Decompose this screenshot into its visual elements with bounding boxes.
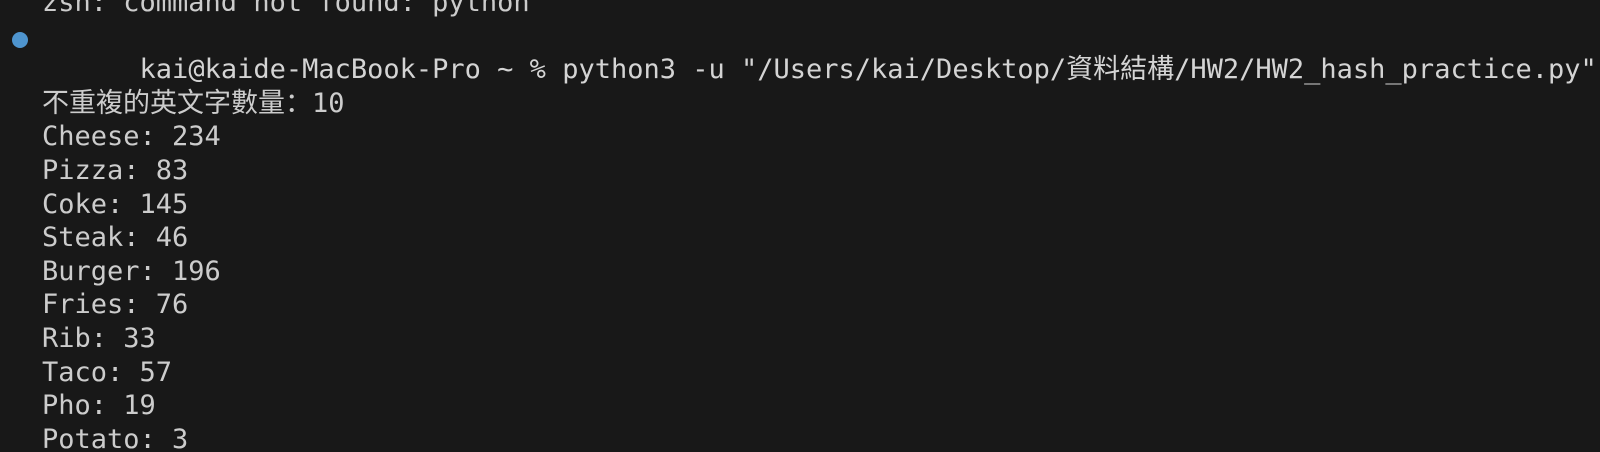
output-line: Pho: 19 bbox=[42, 390, 156, 422]
command-status-dot-icon[interactable] bbox=[12, 31, 28, 48]
unique-word-count-line: 不重複的英文字數量：10 bbox=[42, 87, 345, 119]
output-line: Potato: 3 bbox=[42, 423, 189, 452]
output-line: Cheese: 234 bbox=[42, 121, 221, 153]
terminal-panel[interactable]: zsh: command not found: python kai@kaide… bbox=[0, 0, 1600, 452]
output-line: Fries: 76 bbox=[42, 289, 189, 321]
output-line: Rib: 33 bbox=[42, 322, 156, 354]
terminal-output: zsh: command not found: python kai@kaide… bbox=[0, 0, 1600, 452]
output-line: Steak: 46 bbox=[42, 222, 189, 254]
output-line: Burger: 196 bbox=[42, 255, 221, 287]
output-line: Pizza: 83 bbox=[42, 154, 189, 186]
output-line: Taco: 57 bbox=[42, 356, 173, 388]
output-line: Coke: 145 bbox=[42, 188, 189, 220]
command-line[interactable]: kai@kaide-MacBook-Pro ~ % python3 -u "/U… bbox=[0, 20, 1600, 85]
previous-output-line: zsh: command not found: python bbox=[42, 0, 530, 18]
